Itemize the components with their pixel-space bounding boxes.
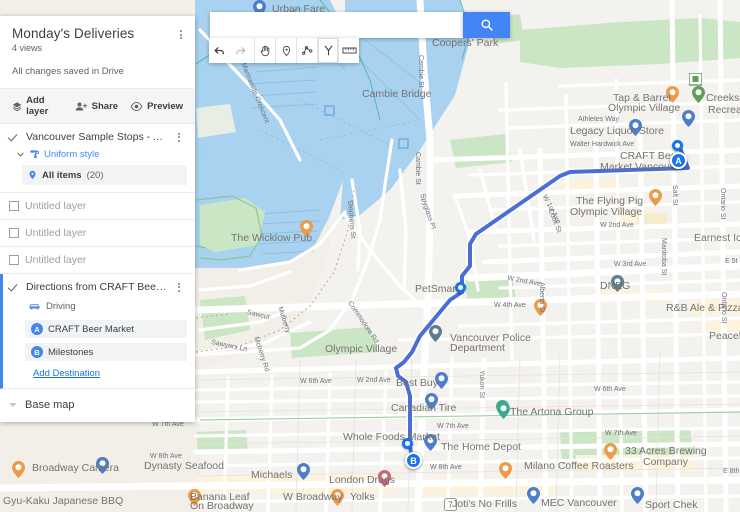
layer-name: Untitled layer: [25, 254, 87, 266]
layer-overflow-menu-button[interactable]: [173, 282, 185, 292]
share-button[interactable]: Share: [75, 101, 118, 112]
directions-stop-b[interactable]: B Milestones: [25, 343, 187, 361]
stop-badge: A: [31, 323, 43, 335]
layers-icon: [12, 101, 22, 111]
route-endpoint-marker-a[interactable]: A: [670, 152, 687, 169]
add-layer-label: Add layer: [26, 95, 49, 117]
layer-untitled-1[interactable]: Untitled layer: [0, 193, 195, 220]
directions-tool[interactable]: [317, 38, 338, 63]
all-items-count: (20): [86, 169, 104, 181]
layer-name: Directions from CRAFT Beer Mark...: [26, 281, 167, 293]
layer-all-items-row[interactable]: All items (20): [22, 165, 187, 185]
layer-untitled-3[interactable]: Untitled layer: [0, 247, 195, 274]
undo-tool[interactable]: [209, 38, 230, 63]
eye-icon: [130, 101, 143, 111]
my-maps-panel: Monday's Deliveries 4 views All changes …: [0, 16, 195, 422]
paint-roller-icon: [30, 150, 40, 159]
undo-icon: [214, 47, 224, 55]
stop-badge: B: [31, 346, 43, 358]
chevron-down-icon: [9, 403, 17, 407]
add-destination-link[interactable]: Add Destination: [33, 368, 100, 379]
map-search-box[interactable]: [210, 12, 463, 38]
map-editor-app: 7 Urban Fare Coopers' Park Cambie Bridge Ta…: [0, 0, 740, 512]
pan-tool[interactable]: [254, 38, 275, 63]
layer-visibility-checkbox[interactable]: [9, 255, 19, 265]
layer-style-row[interactable]: Uniform style: [0, 143, 195, 160]
route-endpoint-marker-b[interactable]: B: [405, 452, 422, 469]
person-add-icon: [75, 102, 87, 110]
map-pin-icon: [282, 45, 290, 56]
layer-visibility-checkbox[interactable]: [9, 228, 19, 238]
redo-icon: [236, 47, 246, 55]
search-icon: [480, 19, 493, 31]
layer-visibility-checkbox[interactable]: [9, 201, 19, 211]
map-edit-toolbar[interactable]: [209, 38, 359, 63]
add-layer-button[interactable]: Add layer: [12, 95, 63, 117]
layer-vancouver-sample-stops[interactable]: Vancouver Sample Stops - Addres... Unifo…: [0, 124, 195, 193]
route-waypoint-handle[interactable]: [455, 282, 466, 293]
measure-tool[interactable]: [338, 38, 359, 63]
search-button[interactable]: [463, 12, 510, 38]
view-count: 4 views: [12, 43, 43, 53]
stop-label: CRAFT Beer Market: [48, 323, 134, 335]
layer-untitled-2[interactable]: Untitled layer: [0, 220, 195, 247]
layer-overflow-menu-button[interactable]: [173, 132, 185, 142]
hand-icon: [260, 45, 269, 56]
preview-label: Preview: [147, 100, 183, 112]
polyline-icon: [301, 46, 312, 55]
all-items-label: All items: [42, 169, 82, 181]
search-input[interactable]: [210, 12, 463, 38]
directions-stop-a[interactable]: A CRAFT Beer Market: [25, 320, 187, 338]
layer-name: Untitled layer: [25, 200, 87, 212]
layer-style-label: Uniform style: [44, 149, 100, 160]
draw-line-tool[interactable]: [296, 38, 317, 63]
chevron-down-icon: [17, 152, 24, 157]
marker-tool[interactable]: [275, 38, 296, 63]
directions-travel-mode[interactable]: Driving: [22, 298, 187, 315]
base-map-label: Base map: [25, 399, 75, 411]
ruler-icon: [341, 47, 357, 54]
layer-name: Untitled layer: [25, 227, 87, 239]
panel-actions: Add layer Share Preview: [0, 88, 195, 124]
map-overflow-menu-button[interactable]: [175, 30, 187, 39]
page-title: Monday's Deliveries: [12, 26, 135, 41]
base-map-row[interactable]: Base map: [0, 389, 195, 422]
layer-visibility-checkbox[interactable]: [9, 132, 20, 143]
redo-tool[interactable]: [230, 38, 251, 63]
stop-label: Milestones: [48, 346, 94, 358]
directions-icon: [324, 45, 332, 56]
preview-button[interactable]: Preview: [130, 101, 183, 112]
travel-mode-label: Driving: [46, 301, 76, 312]
route-waypoint-handle[interactable]: [672, 140, 683, 151]
layer-directions[interactable]: Directions from CRAFT Beer Mark... Drivi…: [0, 274, 195, 389]
route-waypoint-handle[interactable]: [402, 438, 413, 449]
save-status: All changes saved in Drive: [12, 66, 124, 77]
share-label: Share: [91, 100, 119, 112]
layer-visibility-checkbox[interactable]: [9, 282, 20, 293]
map-pin-icon: [29, 170, 36, 180]
layer-name: Vancouver Sample Stops - Addres...: [26, 131, 167, 143]
car-icon: [29, 303, 40, 309]
